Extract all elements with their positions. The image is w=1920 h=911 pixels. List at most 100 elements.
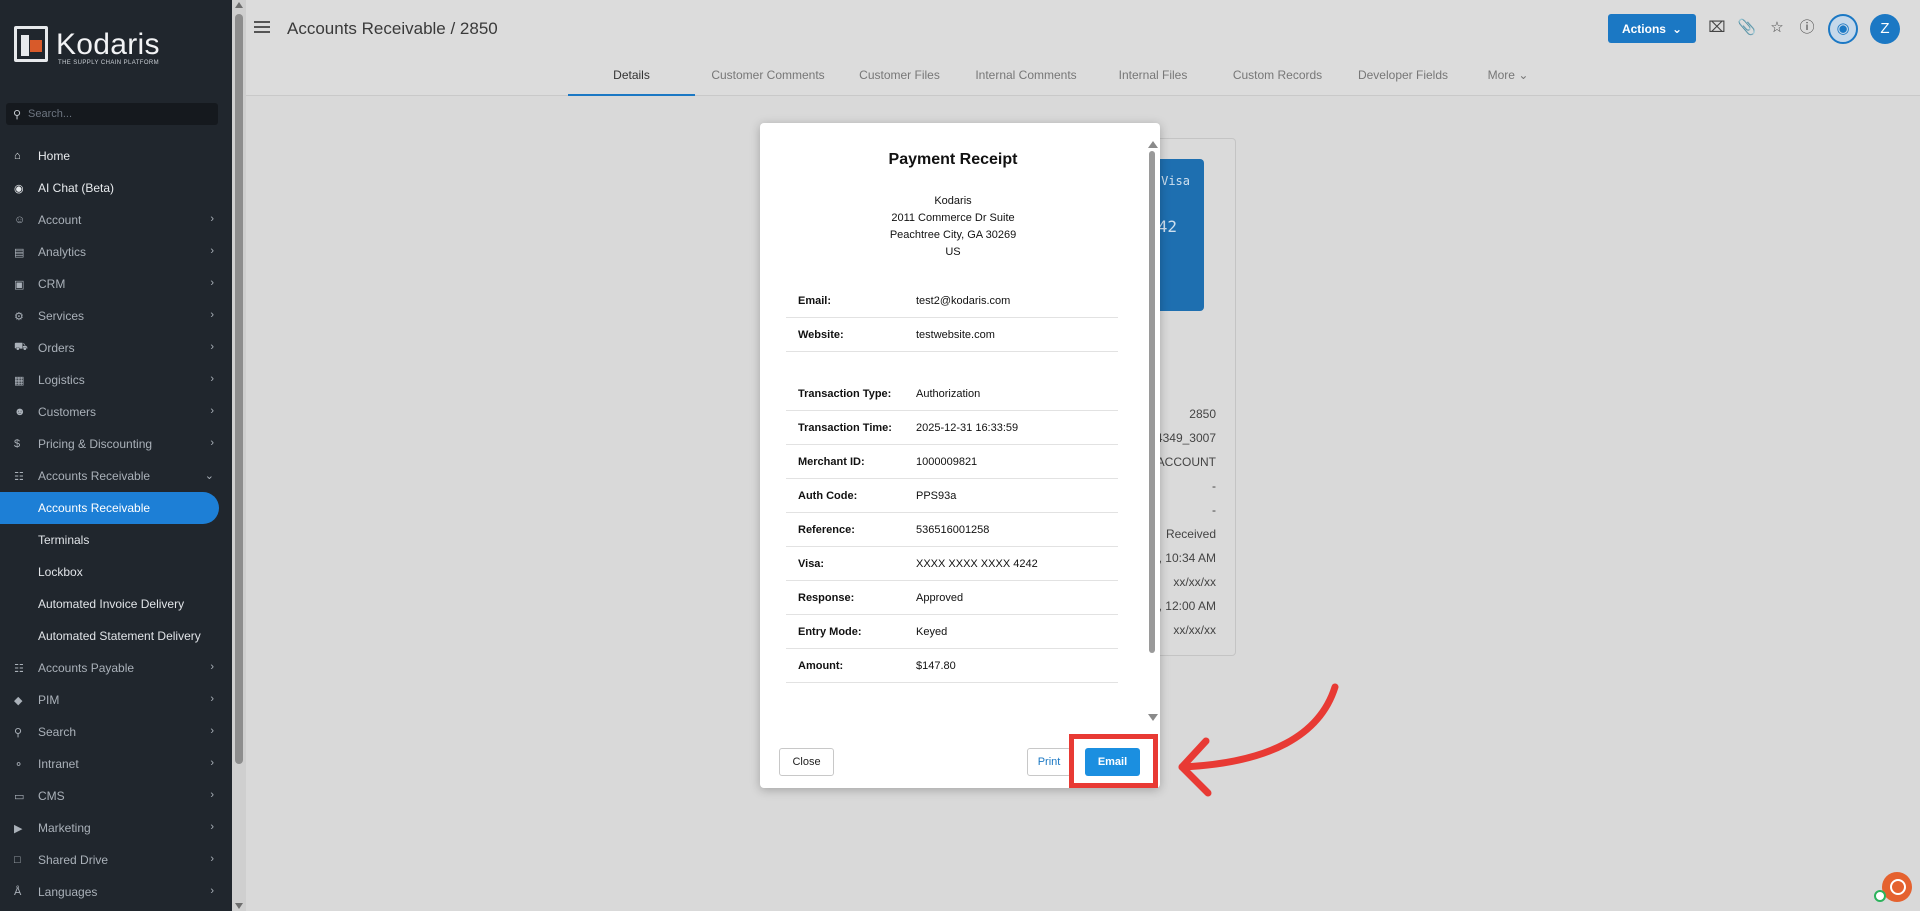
sidebar-item-accounts-payable[interactable]: ☷ Accounts Payable › bbox=[0, 652, 232, 684]
table-row: Response: Approved bbox=[786, 581, 1118, 615]
sidebar-item-accounts-receivable[interactable]: ☷ Accounts Receivable ⌄ bbox=[0, 460, 232, 492]
forklift-icon: ▦ bbox=[14, 374, 25, 387]
sidebar-item-label: Pricing & Discounting bbox=[38, 437, 153, 451]
sidebar: Kodaris THE SUPPLY CHAIN PLATFORM ⚲ ⌂ Ho… bbox=[0, 0, 232, 911]
tab-customer-comments[interactable]: Customer Comments bbox=[695, 64, 841, 96]
megaphone-icon: ▶ bbox=[14, 822, 23, 835]
detail-value: 2850 bbox=[1189, 407, 1216, 421]
scroll-up-arrow-icon[interactable] bbox=[1148, 141, 1158, 148]
row-value: test2@kodaris.com bbox=[916, 294, 1011, 307]
tab-more[interactable]: More ⌄ bbox=[1463, 64, 1553, 96]
sidebar-item-orders[interactable]: ⛟ Orders › bbox=[0, 332, 232, 364]
email-button-highlight bbox=[1069, 734, 1158, 788]
search-icon: ⚲ bbox=[14, 726, 23, 739]
sidebar-search-input[interactable] bbox=[28, 108, 208, 120]
table-row: Auth Code: PPS93a bbox=[786, 479, 1118, 513]
online-status-icon bbox=[1874, 890, 1886, 902]
detail-value: , 12:00 AM bbox=[1158, 599, 1216, 613]
row-key: Visa: bbox=[798, 557, 825, 570]
sidebar-item-cms[interactable]: ▭ CMS › bbox=[0, 780, 232, 812]
tab-internal-comments[interactable]: Internal Comments bbox=[958, 64, 1094, 96]
sidebar-item-pim[interactable]: ◆ PIM › bbox=[0, 684, 232, 716]
sidebar-subitem-lockbox[interactable]: Lockbox bbox=[0, 556, 232, 588]
table-row: Visa: XXXX XXXX XXXX 4242 bbox=[786, 547, 1118, 581]
sidebar-item-search[interactable]: ⚲ Search › bbox=[0, 716, 232, 748]
sidebar-item-languages[interactable]: Å Languages › bbox=[0, 876, 232, 908]
kodaris-logo-icon bbox=[14, 26, 48, 62]
sidebar-item-home[interactable]: ⌂ Home bbox=[0, 140, 232, 172]
sidebar-item-label: CMS bbox=[38, 789, 65, 803]
logo-text: Kodaris bbox=[56, 28, 160, 61]
merchant-address: Kodaris 2011 Commerce Dr Suite Peachtree… bbox=[760, 193, 1146, 261]
avatar[interactable]: Z bbox=[1870, 14, 1900, 44]
sidebar-subitem-statement-delivery[interactable]: Automated Statement Delivery bbox=[0, 620, 232, 652]
detail-value: , 10:34 AM bbox=[1158, 551, 1216, 565]
tab-internal-files[interactable]: Internal Files bbox=[1094, 64, 1212, 96]
row-value: PPS93a bbox=[916, 489, 957, 502]
sidebar-subitem-accounts-receivable[interactable]: Accounts Receivable bbox=[0, 492, 219, 524]
tag-icon: ◆ bbox=[14, 694, 23, 707]
sidebar-scrollbar[interactable] bbox=[232, 0, 246, 911]
detail-value: xx/xx/xx bbox=[1173, 575, 1216, 589]
actions-button[interactable]: Actions ⌄ bbox=[1608, 14, 1696, 43]
sidebar-item-marketing[interactable]: ▶ Marketing › bbox=[0, 812, 232, 844]
sidebar-item-label: Accounts Payable bbox=[38, 661, 135, 675]
paperclip-icon[interactable]: 📎 bbox=[1736, 17, 1758, 39]
tab-details[interactable]: Details bbox=[568, 64, 695, 96]
details-values: 2850 4349_3007 ACCOUNT - - Received , 10… bbox=[1156, 404, 1216, 644]
services-icon: ⚙ bbox=[14, 310, 24, 323]
help-icon[interactable]: ⓘ bbox=[1796, 17, 1818, 39]
sidebar-item-pricing[interactable]: $ Pricing & Discounting › bbox=[0, 428, 232, 460]
scrollbar-thumb[interactable] bbox=[1149, 151, 1155, 653]
chevron-right-icon: › bbox=[210, 405, 214, 417]
kodaris-logo[interactable]: Kodaris THE SUPPLY CHAIN PLATFORM bbox=[14, 26, 164, 66]
sidebar-subitem-invoice-delivery[interactable]: Automated Invoice Delivery bbox=[0, 588, 232, 620]
sidebar-item-shared-drive[interactable]: □ Shared Drive › bbox=[0, 844, 232, 876]
chevron-right-icon: › bbox=[210, 853, 214, 865]
sidebar-item-services[interactable]: ⚙ Services › bbox=[0, 300, 232, 332]
detail-value: - bbox=[1212, 503, 1216, 517]
card-number-fragment: 42 bbox=[1157, 217, 1177, 236]
row-key: Merchant ID: bbox=[798, 455, 865, 468]
card-brand: Visa bbox=[1161, 174, 1190, 188]
sidebar-subitem-terminals[interactable]: Terminals bbox=[0, 524, 232, 556]
close-button[interactable]: Close bbox=[779, 748, 834, 776]
tab-developer-fields[interactable]: Developer Fields bbox=[1343, 64, 1463, 96]
sidebar-item-crm[interactable]: ▣ CRM › bbox=[0, 268, 232, 300]
scroll-down-arrow-icon[interactable] bbox=[1148, 714, 1158, 721]
row-key: Email: bbox=[798, 294, 832, 307]
sidebar-item-label: Marketing bbox=[38, 821, 91, 835]
truck-icon: ⛟ bbox=[14, 341, 28, 353]
scroll-down-arrow-icon[interactable] bbox=[235, 903, 243, 909]
sidebar-item-customers[interactable]: ☻ Customers › bbox=[0, 396, 232, 428]
scroll-up-arrow-icon[interactable] bbox=[235, 2, 243, 8]
sidebar-item-label: Services bbox=[38, 309, 85, 323]
hamburger-menu-icon[interactable] bbox=[254, 21, 270, 33]
chevron-right-icon: › bbox=[210, 373, 214, 385]
table-row: Reference: 536516001258 bbox=[786, 513, 1118, 547]
people-icon: ☻ bbox=[14, 406, 26, 418]
tab-custom-records[interactable]: Custom Records bbox=[1212, 64, 1343, 96]
sidebar-item-analytics[interactable]: ▤ Analytics › bbox=[0, 236, 232, 268]
close-box-icon[interactable]: ⌧ bbox=[1706, 17, 1728, 39]
table-row: Transaction Time: 2025-12-31 16:33:59 bbox=[786, 411, 1118, 445]
sidebar-item-label: Accounts Receivable bbox=[38, 469, 151, 483]
sidebar-item-logistics[interactable]: ▦ Logistics › bbox=[0, 364, 232, 396]
actions-button-label: Actions bbox=[1621, 21, 1666, 36]
tab-customer-files[interactable]: Customer Files bbox=[841, 64, 958, 96]
sidebar-item-intranet[interactable]: ⚬ Intranet › bbox=[0, 748, 232, 780]
ai-assistant-icon[interactable]: ◉ bbox=[1828, 14, 1858, 44]
sidebar-item-ai-chat[interactable]: ◉ AI Chat (Beta) bbox=[0, 172, 232, 204]
sidebar-search[interactable]: ⚲ bbox=[6, 103, 218, 125]
table-row: Website: testwebsite.com bbox=[786, 318, 1118, 352]
chat-widget-icon[interactable] bbox=[1882, 872, 1912, 902]
star-icon[interactable]: ☆ bbox=[1766, 17, 1788, 39]
tab-more-label: More bbox=[1487, 68, 1515, 82]
table-row: Transaction Type: Authorization bbox=[786, 377, 1118, 411]
chevron-right-icon: › bbox=[210, 245, 214, 257]
dollar-icon: $ bbox=[14, 438, 21, 450]
sidebar-item-account[interactable]: ☺ Account › bbox=[0, 204, 232, 236]
receipt-scrollbar[interactable] bbox=[1147, 141, 1158, 721]
print-button[interactable]: Print bbox=[1027, 748, 1071, 776]
scrollbar-thumb[interactable] bbox=[235, 14, 243, 764]
